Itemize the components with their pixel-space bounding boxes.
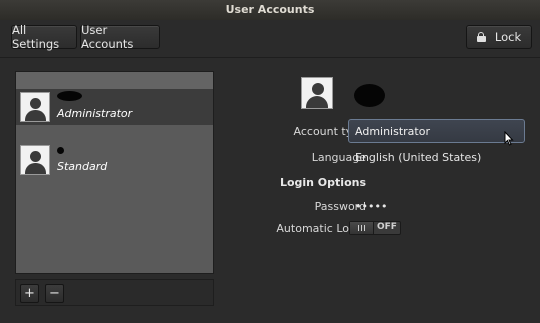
account-avatar-icon[interactable] <box>301 77 333 109</box>
automatic-login-label: Automatic Login <box>276 222 366 235</box>
account-type-label: Account type <box>293 125 366 138</box>
user-avatar-icon <box>20 145 50 175</box>
toolbar: All Settings User Accounts Lock <box>0 20 540 58</box>
add-user-button[interactable]: + <box>20 284 39 303</box>
user-accounts-breadcrumb-button[interactable]: User Accounts <box>80 23 160 51</box>
user-account-type: Administrator <box>57 107 133 120</box>
automatic-login-switch[interactable]: OFF <box>349 221 401 235</box>
switch-state-label: OFF <box>377 222 397 232</box>
remove-user-button[interactable]: − <box>45 284 64 303</box>
user-list-header <box>16 72 213 90</box>
redacted-username <box>57 91 82 101</box>
redacted-username <box>57 147 64 154</box>
account-type-combo[interactable]: Administrator <box>348 119 525 143</box>
password-value[interactable]: ••••• <box>355 200 387 213</box>
lock-button[interactable]: Lock <box>466 25 532 49</box>
window-title: User Accounts <box>225 3 315 16</box>
login-options-heading: Login Options <box>279 176 366 189</box>
user-account-type: Standard <box>57 160 108 173</box>
lock-button-label: Lock <box>494 30 522 44</box>
password-label: Password <box>314 200 366 213</box>
user-avatar-icon <box>20 92 50 122</box>
language-value[interactable]: English (United States) <box>355 151 481 164</box>
lock-icon <box>476 32 486 42</box>
switch-handle <box>350 222 374 234</box>
all-settings-button[interactable]: All Settings <box>11 23 77 51</box>
language-label: Language <box>311 151 366 164</box>
user-list-item-administrator[interactable]: Administrator <box>16 89 213 125</box>
user-list: Administrator Standard <box>15 71 214 274</box>
user-list-toolbar: + − <box>15 279 214 306</box>
mouse-pointer-icon <box>504 131 514 146</box>
title-bar: User Accounts <box>0 0 540 21</box>
redacted-full-name <box>354 84 385 107</box>
